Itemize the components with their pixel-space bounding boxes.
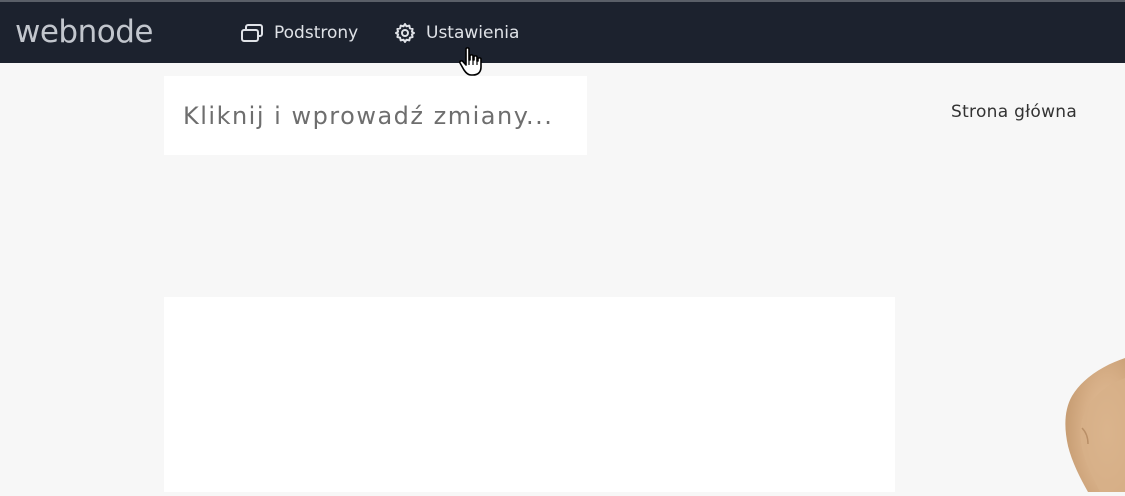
webnode-logo[interactable]: webnode (15, 12, 153, 52)
pages-icon (240, 23, 274, 43)
site-title-placeholder: Kliknij i wprowadź zmiany... (183, 101, 554, 130)
podstrony-label: Podstrony (274, 23, 359, 43)
ustawienia-label: Ustawienia (426, 23, 520, 43)
editor-topbar: webnode Podstrony Ustawienia (0, 0, 1125, 63)
ustawienia-button[interactable]: Ustawienia (394, 19, 519, 47)
site-title-editable[interactable]: Kliknij i wprowadź zmiany... (164, 76, 587, 155)
menu-item-home[interactable]: Strona główna (951, 102, 1077, 122)
decorative-image (1062, 358, 1125, 492)
content-section (164, 297, 895, 492)
gear-icon (394, 22, 426, 44)
podstrony-button[interactable]: Podstrony (240, 19, 358, 47)
